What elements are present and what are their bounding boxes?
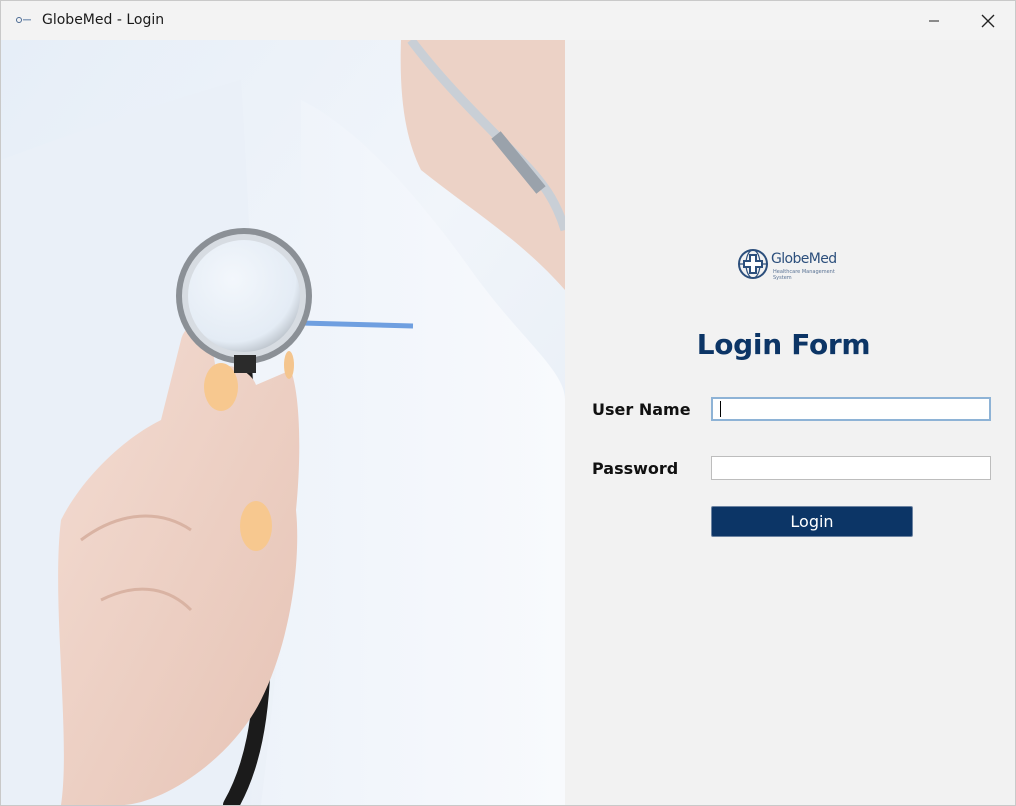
password-label: Password <box>592 459 679 478</box>
password-input[interactable] <box>711 456 991 480</box>
globemed-logo: GlobeMed Healthcare Management System <box>737 246 857 286</box>
text-caret <box>720 401 721 417</box>
globemed-app-icon <box>16 17 31 23</box>
login-button[interactable]: Login <box>711 506 913 537</box>
hand-holding-stethoscope-image <box>1 40 565 805</box>
login-window: GlobeMed - Login GlobeMed Healthcare Man… <box>0 0 1016 806</box>
minimize-icon <box>929 20 939 21</box>
username-label: User Name <box>592 400 691 419</box>
minimize-button[interactable] <box>911 1 957 40</box>
close-icon <box>981 14 995 27</box>
close-button[interactable] <box>965 1 1011 40</box>
window-title: GlobeMed - Login <box>42 12 165 28</box>
logo-tagline: Healthcare Management System <box>773 269 835 281</box>
login-form-panel: GlobeMed Healthcare Management System Lo… <box>565 40 1015 805</box>
username-input[interactable] <box>711 397 991 421</box>
title-bar[interactable]: GlobeMed - Login <box>1 1 1015 40</box>
globe-cross-icon <box>738 249 768 279</box>
form-title: Login Form <box>696 328 871 361</box>
logo-wordmark: GlobeMed <box>771 251 837 267</box>
